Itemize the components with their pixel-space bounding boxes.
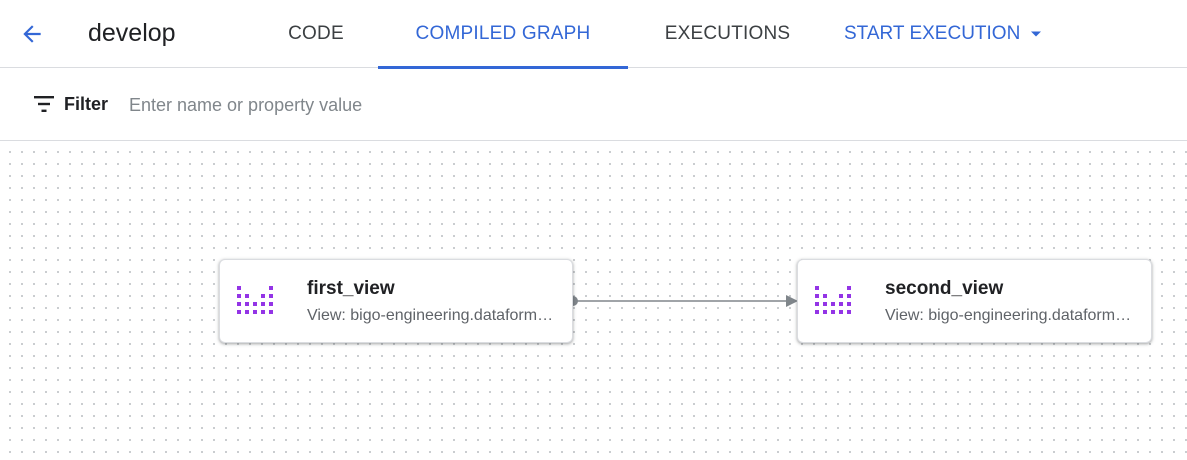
top-bar: develop CODE COMPILED GRAPH EXECUTIONS S…: [0, 0, 1187, 69]
graph-node-first-view[interactable]: first_view View: bigo-engineering.datafo…: [219, 259, 573, 343]
filter-input[interactable]: [120, 87, 720, 123]
view-table-icon: [237, 286, 273, 314]
back-button[interactable]: [14, 16, 50, 52]
arrow-back-icon: [23, 25, 41, 43]
filter-bar: Filter: [0, 69, 1187, 141]
tab-compiled-graph-label: COMPILED GRAPH: [415, 23, 591, 44]
start-execution-label: START EXECUTION: [844, 23, 1021, 44]
view-table-icon: [815, 286, 851, 314]
tab-executions[interactable]: EXECUTIONS: [640, 0, 815, 68]
dropdown-arrow-icon: [1031, 31, 1042, 37]
filter-label: Filter: [64, 94, 109, 114]
node-subtitle: View: bigo-engineering.dataform_staging.…: [885, 307, 1137, 324]
node-name: second_view: [885, 278, 1004, 299]
tab-code[interactable]: CODE: [262, 0, 370, 68]
tab-code-label: CODE: [288, 23, 344, 44]
tab-executions-label: EXECUTIONS: [664, 23, 791, 44]
tab-compiled-graph[interactable]: COMPILED GRAPH: [378, 0, 628, 69]
workspace-title: develop: [88, 19, 176, 47]
start-execution-button[interactable]: START EXECUTION: [836, 0, 1050, 68]
filter-list-icon[interactable]: [34, 95, 54, 113]
graph-canvas[interactable]: first_view View: bigo-engineering.datafo…: [0, 142, 1187, 460]
node-name: first_view: [307, 278, 395, 299]
graph-node-second-view[interactable]: second_view View: bigo-engineering.dataf…: [797, 259, 1152, 343]
node-subtitle: View: bigo-engineering.dataform_staging.…: [307, 307, 559, 324]
